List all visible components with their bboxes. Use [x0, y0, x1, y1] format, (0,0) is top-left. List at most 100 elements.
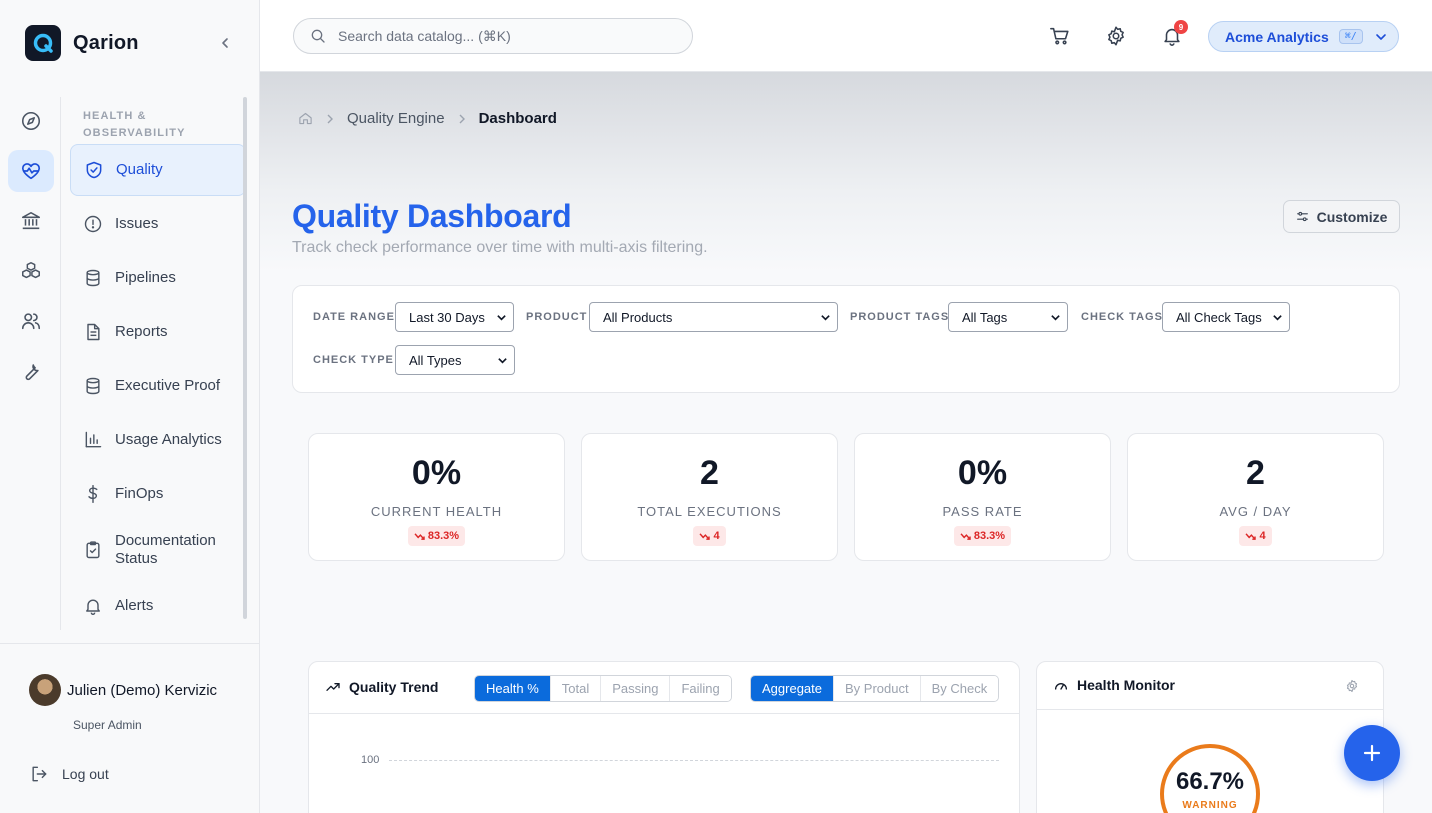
clipboard-check-icon	[86, 541, 100, 559]
rail-users-icon[interactable]	[8, 300, 54, 342]
page-title: Quality Dashboard	[292, 198, 572, 234]
select-value: Last 30 Days	[409, 309, 485, 325]
kpi-card-total-executions: 2 TOTAL EXECUTIONS 4	[581, 433, 838, 561]
trend-card-header: Quality Trend Health % Total Passing Fai…	[309, 662, 1019, 714]
chevron-right-icon	[459, 114, 465, 123]
sidebar-item-label: Reports	[115, 323, 168, 340]
rail-heart-pulse-icon[interactable]	[8, 150, 54, 192]
sidebar-item-label: Executive Proof	[115, 377, 221, 394]
database-icon	[86, 269, 100, 287]
quality-trend-card: Quality Trend Health % Total Passing Fai…	[308, 661, 1020, 813]
user-name: Julien (Demo) Kervizic	[67, 681, 218, 699]
plus-icon	[1363, 744, 1381, 762]
tab-total[interactable]: Total	[550, 676, 602, 701]
org-switcher-button[interactable]: Acme Analytics ⌘/	[1208, 21, 1399, 52]
kpi-value: 0%	[411, 454, 462, 492]
org-shortcut: ⌘/	[1338, 29, 1363, 44]
tab-by-check[interactable]: By Check	[920, 676, 999, 701]
health-status-label: WARNING	[1182, 800, 1238, 811]
sidebar-item-pipelines[interactable]: Pipelines	[70, 252, 246, 304]
grouping-toggle: Aggregate By Product By Check	[750, 675, 1000, 702]
kpi-delta-badge: 83.3%	[407, 526, 466, 546]
kpi-delta-badge: 4	[1239, 526, 1272, 546]
sidebar-item-usage-analytics[interactable]: Usage Analytics	[70, 414, 246, 466]
trend-down-icon	[1245, 532, 1257, 540]
trend-down-icon	[960, 532, 971, 540]
kpi-delta-value: 83.3%	[427, 530, 460, 542]
kpi-delta-badge: 4	[693, 526, 726, 546]
search-bar[interactable]	[293, 18, 693, 54]
user-role: Super Admin	[73, 718, 142, 732]
bell-icon	[86, 599, 100, 615]
collapse-sidebar-icon[interactable]	[215, 33, 235, 53]
bar-chart-icon	[85, 431, 102, 448]
bell-icon[interactable]: 9	[1160, 20, 1188, 48]
rail-divider	[60, 97, 61, 630]
sidebar-item-documentation-status[interactable]: Documentation Status	[70, 522, 246, 578]
trending-up-icon	[326, 683, 340, 691]
health-gauge: 66.7% WARNING	[1160, 744, 1260, 813]
filter-label-product-tags: PRODUCT TAGS	[850, 311, 950, 323]
sidebar-item-label: FinOps	[115, 485, 164, 502]
product-select[interactable]: All Products	[589, 302, 838, 332]
database-icon	[86, 377, 100, 395]
health-gauge-value: 66.7%	[1175, 768, 1245, 795]
user-panel: Julien (Demo) Kervizic Super Admin Log o…	[0, 643, 259, 813]
brand-name: Qarion	[73, 31, 139, 54]
tab-passing[interactable]: Passing	[601, 676, 671, 701]
search-input[interactable]	[338, 28, 658, 44]
sidebar-item-executive-proof[interactable]: Executive Proof	[70, 360, 246, 412]
customize-label: Customize	[1316, 208, 1388, 225]
chevron-down-icon	[1273, 315, 1282, 321]
filter-label-check-tags: CHECK TAGS	[1081, 311, 1163, 323]
rail-bank-icon[interactable]	[8, 200, 54, 242]
gauge-icon	[1055, 683, 1067, 690]
tab-aggregate[interactable]: Aggregate	[751, 676, 834, 701]
tab-health-percent[interactable]: Health %	[475, 676, 551, 701]
trend-card-title: Quality Trend	[325, 679, 438, 695]
chart-gridline	[389, 760, 999, 761]
cart-icon[interactable]	[1048, 24, 1072, 48]
rail-wrench-icon[interactable]	[8, 350, 54, 392]
filter-label-date-range: DATE RANGE	[313, 311, 395, 323]
sidebar-item-label: Usage Analytics	[115, 431, 222, 448]
tab-failing[interactable]: Failing	[670, 676, 731, 701]
rail-compass-icon[interactable]	[8, 100, 54, 142]
qarion-logo-icon	[25, 25, 61, 61]
sliders-icon	[1296, 211, 1308, 222]
sidebar-item-issues[interactable]: Issues	[70, 198, 246, 250]
sidebar-scrollbar[interactable]	[243, 97, 247, 619]
select-value: All Tags	[962, 309, 1008, 325]
sidebar-item-label: Documentation Status	[115, 532, 216, 567]
select-value: All Products	[603, 309, 673, 325]
gear-icon[interactable]	[1345, 679, 1359, 693]
sidebar-item-finops[interactable]: FinOps	[70, 468, 246, 520]
health-card-header: Health Monitor	[1037, 662, 1383, 710]
rail-cubes-icon[interactable]	[8, 250, 54, 292]
product-tags-select[interactable]: All Tags	[948, 302, 1068, 332]
breadcrumb-parent[interactable]: Quality Engine	[347, 110, 445, 127]
kpi-card-avg-per-day: 2 AVG / DAY 4	[1127, 433, 1384, 561]
sidebar-item-reports[interactable]: Reports	[70, 306, 246, 358]
date-range-select[interactable]: Last 30 Days	[395, 302, 514, 332]
check-type-select[interactable]: All Types	[395, 345, 515, 375]
customize-button[interactable]: Customize	[1283, 200, 1400, 233]
kpi-label: PASS RATE	[942, 504, 1023, 519]
check-tags-select[interactable]: All Check Tags	[1162, 302, 1290, 332]
kpi-delta-value: 4	[1259, 530, 1266, 542]
chevron-down-icon	[1375, 33, 1386, 40]
sidebar-item-alerts[interactable]: Alerts	[70, 580, 246, 632]
sidebar-item-quality[interactable]: Quality	[70, 144, 246, 196]
kpi-label: CURRENT HEALTH	[370, 504, 503, 519]
user-profile[interactable]: Julien (Demo) Kervizic	[29, 674, 217, 706]
add-fab-button[interactable]	[1344, 725, 1400, 781]
metric-toggle: Health % Total Passing Failing	[474, 675, 732, 702]
sidebar: Qarion HEALTH & OBSERVABILITY Quality Is…	[0, 0, 260, 813]
shield-check-icon	[86, 161, 102, 179]
alert-circle-icon	[84, 215, 102, 233]
tab-by-product[interactable]: By Product	[834, 676, 921, 701]
home-icon[interactable]	[298, 111, 313, 126]
trend-down-icon	[699, 532, 711, 540]
gear-icon[interactable]	[1104, 24, 1128, 48]
logout-button[interactable]: Log out	[29, 764, 109, 784]
